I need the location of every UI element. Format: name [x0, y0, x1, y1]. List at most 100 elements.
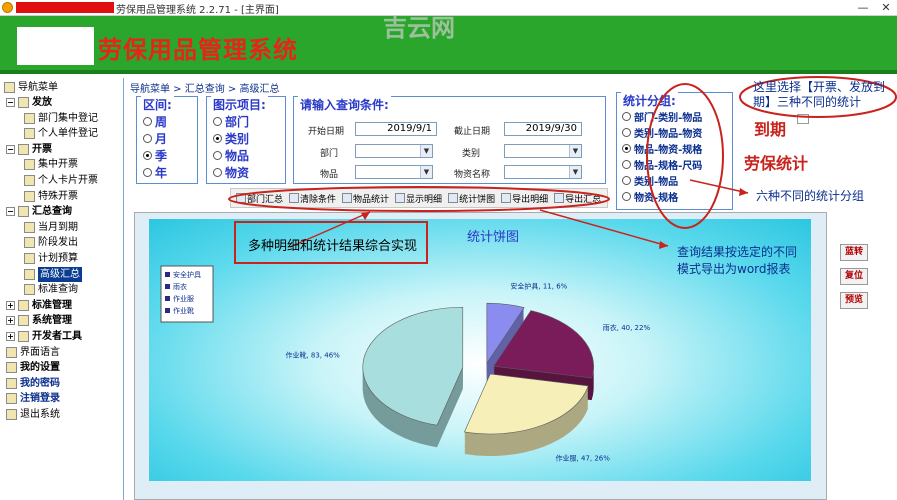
- sidebar-item[interactable]: 高级汇总: [24, 266, 82, 282]
- legend-swatch: [165, 272, 170, 277]
- folder-icon: [6, 393, 17, 405]
- chevron-down-icon: ▼: [569, 166, 581, 178]
- sidebar-item[interactable]: 阶段发出: [24, 235, 78, 250]
- sidebar-item[interactable]: 界面语言: [6, 345, 60, 360]
- toolbar-button[interactable]: 导出汇总: [552, 190, 603, 206]
- sidebar-item[interactable]: 部门集中登记: [24, 111, 98, 126]
- radio-button[interactable]: [213, 151, 222, 160]
- display-item-option[interactable]: 部门: [213, 113, 249, 130]
- department-select[interactable]: ▼: [355, 144, 433, 158]
- radio-button[interactable]: [143, 117, 152, 126]
- sidebar-item[interactable]: 我的设置: [6, 360, 60, 375]
- sidebar-item-label: 个人单件登记: [38, 128, 98, 140]
- radio-button[interactable]: [622, 192, 631, 201]
- annotation-export-note-1: 查询结果按选定的不同: [677, 245, 798, 259]
- toolbar-button[interactable]: 物品统计: [340, 190, 391, 206]
- sidebar-item[interactable]: + 开发者工具: [6, 329, 82, 344]
- expand-icon[interactable]: +: [6, 300, 15, 310]
- stat-group-option[interactable]: 类别-物品: [622, 173, 678, 188]
- category-label: 类别: [462, 149, 481, 159]
- stat-group-option[interactable]: 物品-规格-尺码: [622, 157, 702, 172]
- stat-group-option[interactable]: 部门-类别-物品: [622, 109, 702, 124]
- collapse-icon[interactable]: −: [6, 98, 15, 107]
- sidebar-item[interactable]: 我的密码: [6, 376, 60, 391]
- stat-group-option[interactable]: 物资-规格: [622, 189, 678, 204]
- sidebar-item[interactable]: 当月到期: [24, 220, 78, 235]
- stat-group-option-label: 类别-物品-物资: [634, 129, 703, 140]
- sidebar-item[interactable]: 退出系统: [6, 407, 60, 422]
- sidebar-item[interactable]: − 开票: [6, 142, 52, 157]
- toolbar-icon: [554, 193, 565, 203]
- radio-button[interactable]: [622, 144, 631, 153]
- sidebar-item[interactable]: − 汇总查询: [6, 204, 72, 219]
- query-group: 请输入查询条件: 开始日期 2019/9/1 截止日期 2019/9/30 部门…: [293, 96, 606, 184]
- sidebar-root[interactable]: 导航菜单: [4, 80, 58, 95]
- display-item-option[interactable]: 物资: [213, 164, 249, 181]
- query-title: 请输入查询条件:: [298, 96, 391, 113]
- radio-button[interactable]: [213, 117, 222, 126]
- toolbar-button[interactable]: 导出明细: [499, 190, 550, 206]
- sidebar-item[interactable]: 计划预算: [24, 251, 78, 266]
- sidebar-item[interactable]: 个人卡片开票: [24, 173, 98, 188]
- radio-button[interactable]: [622, 112, 631, 121]
- toolbar-button[interactable]: 部门汇总: [234, 190, 285, 206]
- sidebar-item[interactable]: + 系统管理: [6, 313, 72, 328]
- collapse-icon[interactable]: −: [6, 144, 15, 154]
- radio-button[interactable]: [622, 160, 631, 169]
- sidebar-item[interactable]: 注销登录: [6, 391, 60, 406]
- stat-group-option-label: 物品-物资-规格: [634, 145, 703, 156]
- side-button[interactable]: 蓝转: [840, 244, 868, 261]
- chevron-down-icon: ▼: [420, 145, 432, 157]
- annotation-multi-detail: 多种明细和统计结果综合实现: [248, 239, 418, 254]
- sidebar-item[interactable]: 标准查询: [24, 282, 78, 297]
- radio-button[interactable]: [622, 176, 631, 185]
- expand-icon[interactable]: +: [6, 332, 15, 341]
- stat-group-option[interactable]: 类别-物品-物资: [622, 125, 702, 140]
- folder-icon: [6, 346, 17, 358]
- radio-button[interactable]: [622, 128, 631, 137]
- radio-button[interactable]: [143, 134, 152, 143]
- legend-swatch: [165, 284, 170, 289]
- display-item-option[interactable]: 类别: [213, 130, 249, 147]
- chevron-down-icon: ▼: [420, 166, 432, 178]
- interval-option[interactable]: 月: [143, 130, 167, 147]
- radio-button[interactable]: [213, 168, 222, 177]
- toolbar-button[interactable]: 清除条件: [287, 190, 338, 206]
- side-button[interactable]: 复位: [840, 268, 868, 285]
- page-icon: [24, 112, 35, 124]
- legend-swatch: [165, 296, 170, 301]
- material-name-select[interactable]: ▼: [504, 165, 582, 179]
- sidebar-item[interactable]: 个人单件登记: [24, 126, 98, 141]
- interval-option[interactable]: 周: [143, 113, 167, 130]
- sidebar-item[interactable]: − 发放: [6, 95, 52, 110]
- collapse-icon[interactable]: −: [6, 207, 15, 217]
- folder-icon: [18, 206, 29, 218]
- end-date-label: 截止日期: [454, 127, 491, 137]
- stat-group-option[interactable]: 物品-物资-规格: [622, 141, 702, 156]
- toolbar-button[interactable]: 显示明细: [393, 190, 444, 206]
- start-date-input[interactable]: 2019/9/1: [355, 122, 437, 136]
- mode-select[interactable]: [797, 114, 809, 124]
- material-name-label: 物资名称: [454, 170, 491, 180]
- close-button[interactable]: ✕: [875, 0, 897, 15]
- item-select[interactable]: ▼: [355, 165, 433, 179]
- radio-button[interactable]: [143, 151, 152, 160]
- sidebar-item[interactable]: 集中开票: [24, 157, 78, 172]
- sidebar-item-label: 部门集中登记: [38, 112, 98, 124]
- toolbar-button[interactable]: 统计饼图: [446, 190, 497, 206]
- toolbar-button-label: 导出明细: [512, 194, 549, 205]
- annotation-mode-note: 这里选择【开票、发放到期】三种不同的统计: [753, 80, 886, 109]
- radio-button[interactable]: [213, 134, 222, 143]
- end-date-input[interactable]: 2019/9/30: [504, 122, 582, 136]
- interval-option[interactable]: 季: [143, 147, 167, 164]
- minimize-button[interactable]: —: [852, 0, 874, 15]
- display-item-option[interactable]: 物品: [213, 147, 249, 164]
- sidebar-item-label: 注销登录: [20, 393, 60, 405]
- category-select[interactable]: ▼: [504, 144, 582, 158]
- sidebar-item[interactable]: 特殊开票: [24, 189, 78, 204]
- side-button[interactable]: 预览: [840, 292, 868, 309]
- interval-option[interactable]: 年: [143, 164, 167, 181]
- radio-button[interactable]: [143, 168, 152, 177]
- expand-icon[interactable]: +: [6, 316, 15, 326]
- sidebar-item[interactable]: + 标准管理: [6, 298, 72, 313]
